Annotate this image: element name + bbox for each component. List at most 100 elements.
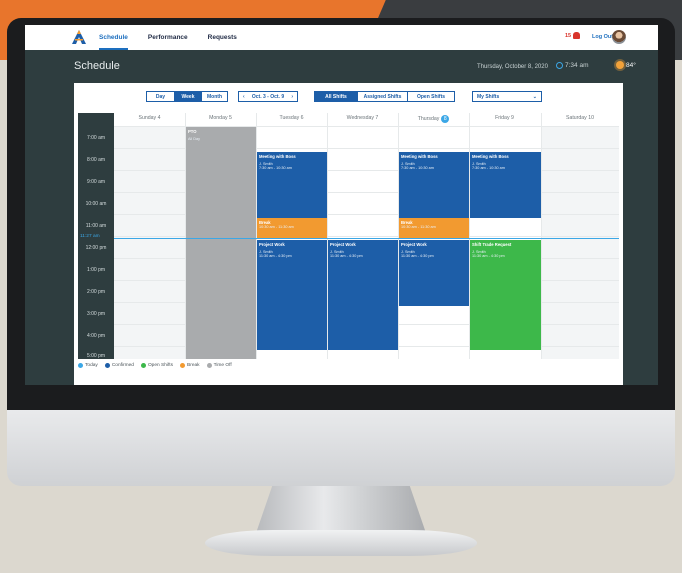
page-title: Schedule bbox=[74, 60, 120, 72]
day-header-thursday: Thursday 8 bbox=[398, 115, 469, 123]
view-day[interactable]: Day bbox=[147, 92, 174, 101]
nav-requests[interactable]: Requests bbox=[208, 25, 237, 50]
event-time: 11:30 am - 4:30 pm bbox=[472, 254, 505, 258]
day-header-monday: Monday 5 bbox=[209, 115, 232, 121]
date-range-label: Oct. 3 - Oct. 9 bbox=[251, 93, 285, 100]
event-meeting-tuesday[interactable]: Meeting with Boss J. Smith 7:30 am - 10:… bbox=[257, 152, 327, 218]
my-shifts-label: My Shifts bbox=[477, 93, 500, 100]
legend-label: Time Off bbox=[213, 363, 232, 368]
confirmed-dot-icon bbox=[104, 363, 110, 368]
weather: 84° bbox=[616, 61, 636, 69]
today-badge: 8 bbox=[441, 115, 450, 123]
view-toggle: Day Week Month bbox=[146, 91, 228, 102]
thursday-label: Thursday bbox=[417, 116, 440, 122]
chevron-right-icon[interactable]: › bbox=[291, 94, 293, 100]
logout-link[interactable]: Log Out bbox=[592, 25, 613, 50]
event-shift-trade-friday[interactable]: Shift Trade Request J. Smith 11:30 am - … bbox=[470, 240, 541, 350]
event-title: Meeting with Boss bbox=[472, 154, 509, 159]
day-header-friday: Friday 9 bbox=[495, 115, 514, 121]
legend: Today Confirmed Open Shifts Break Time O… bbox=[78, 363, 232, 368]
filter-assigned-shifts[interactable]: Assigned Shifts bbox=[357, 92, 407, 101]
day-header-wednesday: Wednesday 7 bbox=[346, 115, 379, 121]
bell-icon bbox=[573, 32, 581, 39]
calendar-controls: Day Week Month ‹ Oct. 3 - Oct. 9 › All S… bbox=[74, 83, 623, 109]
my-shifts-select[interactable]: My Shifts ⌄ bbox=[472, 91, 542, 102]
event-project-wednesday[interactable]: Project Work J. Smith 11:30 am - 4:30 pm bbox=[328, 240, 398, 350]
notifications[interactable]: 15 bbox=[565, 32, 581, 39]
monitor-chin bbox=[7, 410, 675, 486]
legend-label: Confirmed bbox=[111, 363, 134, 368]
day-header-tuesday: Tuesday 6 bbox=[279, 115, 304, 121]
filter-open-shifts[interactable]: Open Shifts bbox=[407, 92, 454, 101]
current-time-marker: 11:27 am bbox=[80, 234, 100, 239]
clock-icon bbox=[556, 62, 563, 69]
today-dot-icon bbox=[78, 363, 83, 368]
open-dot-icon bbox=[140, 363, 146, 368]
calendar-panel: Day Week Month ‹ Oct. 3 - Oct. 9 › All S… bbox=[74, 83, 623, 385]
hour-label: 12:00 pm bbox=[85, 245, 107, 251]
event-time: 7:30 am - 10:30 am bbox=[401, 166, 434, 170]
day-header-saturday: Saturday 10 bbox=[566, 115, 594, 121]
temperature: 84° bbox=[626, 61, 636, 69]
timeoff-dot-icon bbox=[206, 363, 212, 368]
event-break-thursday[interactable]: Break 10:30 am - 11:30 am bbox=[399, 218, 469, 239]
event-title: Project Work bbox=[401, 242, 427, 247]
event-title: Shift Trade Request bbox=[472, 242, 512, 247]
view-week[interactable]: Week bbox=[174, 92, 201, 101]
event-meeting-thursday[interactable]: Meeting with Boss J. Smith 7:30 am - 10:… bbox=[399, 152, 469, 218]
legend-label: Today bbox=[85, 363, 98, 368]
event-project-tuesday[interactable]: Project Work J. Smith 11:30 am - 4:30 pm bbox=[257, 240, 327, 350]
hour-label: 4:00 pm bbox=[86, 333, 106, 339]
event-subtitle: All Day bbox=[188, 137, 201, 141]
hour-label: 11:00 am bbox=[85, 223, 107, 229]
time-text: 7:34 am bbox=[565, 62, 589, 69]
hour-label: 1:00 pm bbox=[86, 267, 106, 273]
top-bar: Schedule Performance Requests 15 Log Out bbox=[25, 25, 658, 50]
hour-label: 8:00 am bbox=[86, 157, 106, 163]
legend-break: Break bbox=[180, 363, 200, 368]
event-pto[interactable]: PTO All Day bbox=[186, 127, 256, 359]
legend-time-off: Time Off bbox=[206, 363, 232, 368]
hour-label: 5:00 pm bbox=[86, 353, 106, 359]
legend-today: Today bbox=[78, 363, 98, 368]
event-title: Meeting with Boss bbox=[401, 154, 438, 159]
hour-label: 10:00 am bbox=[85, 201, 107, 207]
event-time: 11:30 am - 4:30 pm bbox=[401, 254, 434, 258]
event-project-thursday[interactable]: Project Work J. Smith 11:30 am - 4:30 pm bbox=[399, 240, 469, 306]
event-title: Meeting with Boss bbox=[259, 154, 296, 159]
monitor-stand-neck bbox=[255, 486, 427, 536]
event-time: 11:30 am - 4:30 pm bbox=[259, 254, 292, 258]
event-break-tuesday[interactable]: Break 10:30 am - 11:30 am bbox=[257, 218, 327, 239]
chevron-down-icon: ⌄ bbox=[532, 93, 537, 100]
event-time: 7:30 am - 10:30 am bbox=[472, 166, 505, 170]
legend-open-shifts: Open Shifts bbox=[140, 363, 174, 368]
filter-all-shifts[interactable]: All Shifts bbox=[315, 92, 357, 101]
hour-label: 2:00 pm bbox=[86, 289, 106, 295]
legend-confirmed: Confirmed bbox=[104, 363, 134, 368]
event-time: 10:30 am - 11:30 am bbox=[401, 225, 436, 229]
chevron-left-icon[interactable]: ‹ bbox=[243, 94, 245, 100]
monitor-stand-foot bbox=[205, 530, 477, 556]
app-logo-icon[interactable] bbox=[70, 28, 88, 46]
app-screen: Schedule Performance Requests 15 Log Out… bbox=[25, 25, 658, 385]
avatar[interactable] bbox=[612, 30, 626, 44]
date-range: ‹ Oct. 3 - Oct. 9 › bbox=[238, 91, 298, 102]
grid-column-line bbox=[541, 113, 542, 359]
view-month[interactable]: Month bbox=[201, 92, 227, 101]
legend-label: Break bbox=[187, 363, 200, 368]
event-time: 11:30 am - 4:30 pm bbox=[330, 254, 363, 258]
event-time: 7:30 am - 10:30 am bbox=[259, 166, 292, 170]
main-nav: Schedule Performance Requests bbox=[99, 25, 237, 50]
event-time: 10:30 am - 11:30 am bbox=[259, 225, 294, 229]
nav-schedule[interactable]: Schedule bbox=[99, 25, 128, 50]
nav-performance[interactable]: Performance bbox=[148, 25, 188, 50]
event-title: PTO bbox=[188, 129, 197, 134]
hour-label: 3:00 pm bbox=[86, 311, 106, 317]
current-date: Thursday, October 8, 2020 bbox=[477, 64, 548, 70]
sun-icon bbox=[616, 61, 624, 69]
event-title: Project Work bbox=[330, 242, 356, 247]
current-time: 7:34 am bbox=[556, 62, 589, 69]
legend-label: Open Shifts bbox=[147, 363, 174, 368]
event-meeting-friday[interactable]: Meeting with Boss J. Smith 7:30 am - 10:… bbox=[470, 152, 541, 218]
hour-label: 7:00 am bbox=[86, 135, 106, 141]
